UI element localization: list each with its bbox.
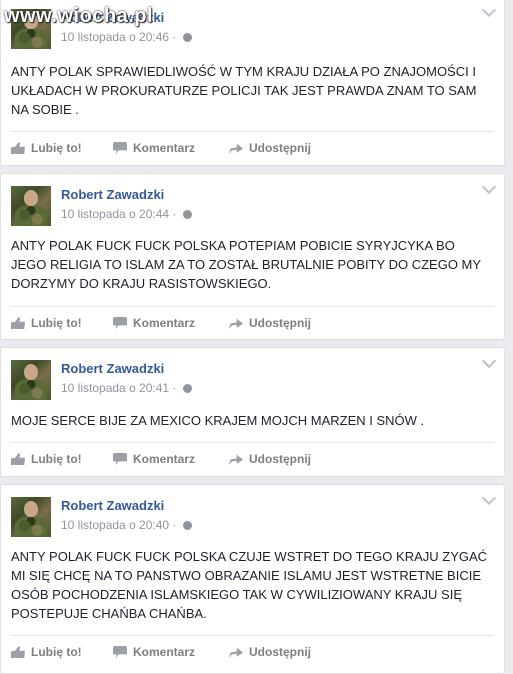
post-timestamp[interactable]: 10 listopada o 20:46 · bbox=[61, 30, 192, 44]
author-name[interactable]: Robert Zawadzki bbox=[61, 498, 164, 513]
share-button[interactable]: Udostępnij bbox=[229, 316, 311, 330]
divider bbox=[11, 131, 494, 132]
avatar[interactable] bbox=[11, 360, 51, 400]
like-button[interactable]: Lubię to! bbox=[11, 316, 82, 330]
globe-icon bbox=[182, 521, 192, 530]
author-name[interactable]: Robert Zawadzki bbox=[61, 361, 164, 376]
divider bbox=[11, 306, 494, 307]
like-icon bbox=[11, 646, 25, 658]
comment-button[interactable]: Komentarz bbox=[113, 645, 195, 659]
comment-icon bbox=[113, 453, 127, 465]
post-text: MOJE SERCE BIJE ZA MEXICO KRAJEM MOJCH M… bbox=[11, 413, 425, 428]
post-timestamp[interactable]: 10 listopada o 20:40 · bbox=[61, 518, 192, 532]
globe-icon bbox=[182, 210, 192, 219]
post: Robert Zawadzki 10 listopada o 20:41 · M… bbox=[0, 347, 505, 477]
post-text: ANTY POLAK SPRAWIEDLIWOŚĆ W TYM KRAJU DZ… bbox=[11, 64, 477, 117]
avatar[interactable] bbox=[11, 186, 51, 226]
post-actions: Lubię to! Komentarz Udostępnij bbox=[11, 642, 494, 664]
post-timestamp[interactable]: 10 listopada o 20:41 · bbox=[61, 381, 192, 395]
post-actions: Lubię to! Komentarz Udostępnij bbox=[11, 313, 494, 335]
post-timestamp[interactable]: 10 listopada o 20:44 · bbox=[61, 207, 192, 221]
divider bbox=[11, 442, 494, 443]
watermark: www.wiocha.pl bbox=[4, 5, 154, 27]
comment-icon bbox=[113, 317, 127, 329]
post-text: ANTY POLAK FUCK FUCK POLSKA CZUJE WSTRET… bbox=[11, 549, 488, 621]
chevron-down-icon[interactable] bbox=[481, 353, 497, 369]
chevron-down-icon[interactable] bbox=[481, 2, 497, 18]
divider bbox=[11, 635, 494, 636]
share-button[interactable]: Udostępnij bbox=[229, 141, 311, 155]
share-icon bbox=[229, 143, 243, 154]
like-icon bbox=[11, 453, 25, 465]
comment-button[interactable]: Komentarz bbox=[113, 316, 195, 330]
chevron-down-icon[interactable] bbox=[481, 179, 497, 195]
like-button[interactable]: Lubię to! bbox=[11, 141, 82, 155]
like-button[interactable]: Lubię to! bbox=[11, 645, 82, 659]
comment-icon bbox=[113, 142, 127, 154]
like-button[interactable]: Lubię to! bbox=[11, 452, 82, 466]
like-icon bbox=[11, 317, 25, 329]
globe-icon bbox=[182, 33, 192, 42]
post: Robert Zawadzki 10 listopada o 20:40 · A… bbox=[0, 484, 505, 674]
share-icon bbox=[229, 647, 243, 658]
share-button[interactable]: Udostępnij bbox=[229, 452, 311, 466]
globe-icon bbox=[182, 384, 192, 393]
share-icon bbox=[229, 318, 243, 329]
post: Robert Zawadzki 10 listopada o 20:44 · A… bbox=[0, 173, 505, 340]
post-actions: Lubię to! Komentarz Udostępnij bbox=[11, 138, 494, 160]
avatar[interactable] bbox=[11, 497, 51, 537]
author-name[interactable]: Robert Zawadzki bbox=[61, 187, 164, 202]
chevron-down-icon[interactable] bbox=[481, 490, 497, 506]
comment-button[interactable]: Komentarz bbox=[113, 452, 195, 466]
post-text: ANTY POLAK FUCK FUCK POLSKA POTEPIAM POB… bbox=[11, 238, 481, 291]
comment-button[interactable]: Komentarz bbox=[113, 141, 195, 155]
share-icon bbox=[229, 454, 243, 465]
like-icon bbox=[11, 142, 25, 154]
share-button[interactable]: Udostępnij bbox=[229, 645, 311, 659]
comment-icon bbox=[113, 646, 127, 658]
post-actions: Lubię to! Komentarz Udostępnij bbox=[11, 449, 494, 471]
